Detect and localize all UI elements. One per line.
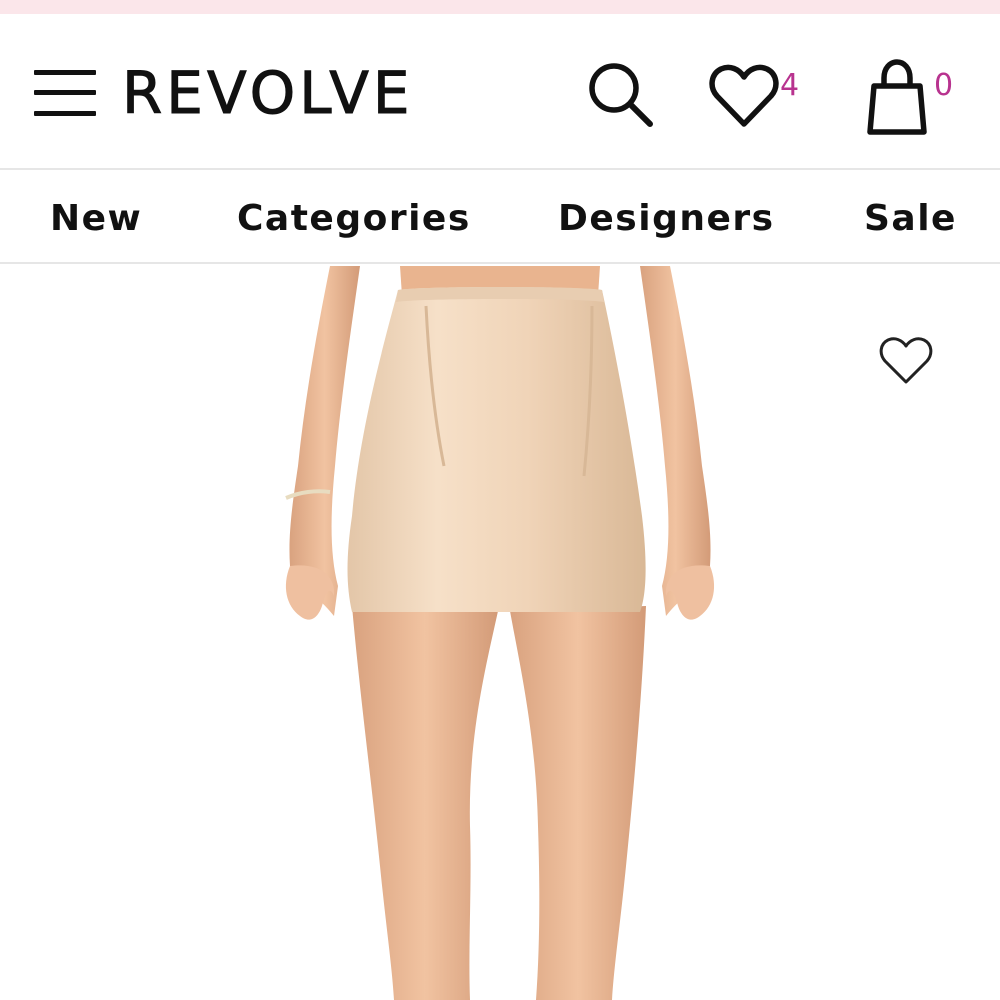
wishlist-button[interactable]: 4 <box>704 58 814 132</box>
bag-count: 0 <box>934 68 954 103</box>
shopping-bag-button[interactable]: 0 <box>860 54 970 135</box>
heart-icon <box>709 64 779 127</box>
category-nav: New Categories Designers Sale <box>0 172 1000 264</box>
favorite-button[interactable] <box>876 334 936 388</box>
nav-item-sale[interactable]: Sale <box>864 198 957 239</box>
site-header: REVOLVE 4 0 <box>0 14 1000 170</box>
search-button[interactable] <box>584 58 658 132</box>
search-icon <box>589 63 653 127</box>
product-image <box>285 266 715 1000</box>
heart-outline-icon <box>879 337 933 384</box>
brand-logo[interactable]: REVOLVE <box>122 60 414 127</box>
nav-item-new[interactable]: New <box>50 198 142 239</box>
menu-button[interactable] <box>30 66 100 120</box>
promo-strip <box>0 0 1000 14</box>
shopping-bag-icon <box>867 59 927 135</box>
product-image-area[interactable] <box>0 266 1000 1000</box>
wishlist-count: 4 <box>780 68 800 103</box>
nav-item-categories[interactable]: Categories <box>237 198 471 239</box>
nav-item-designers[interactable]: Designers <box>558 198 775 239</box>
